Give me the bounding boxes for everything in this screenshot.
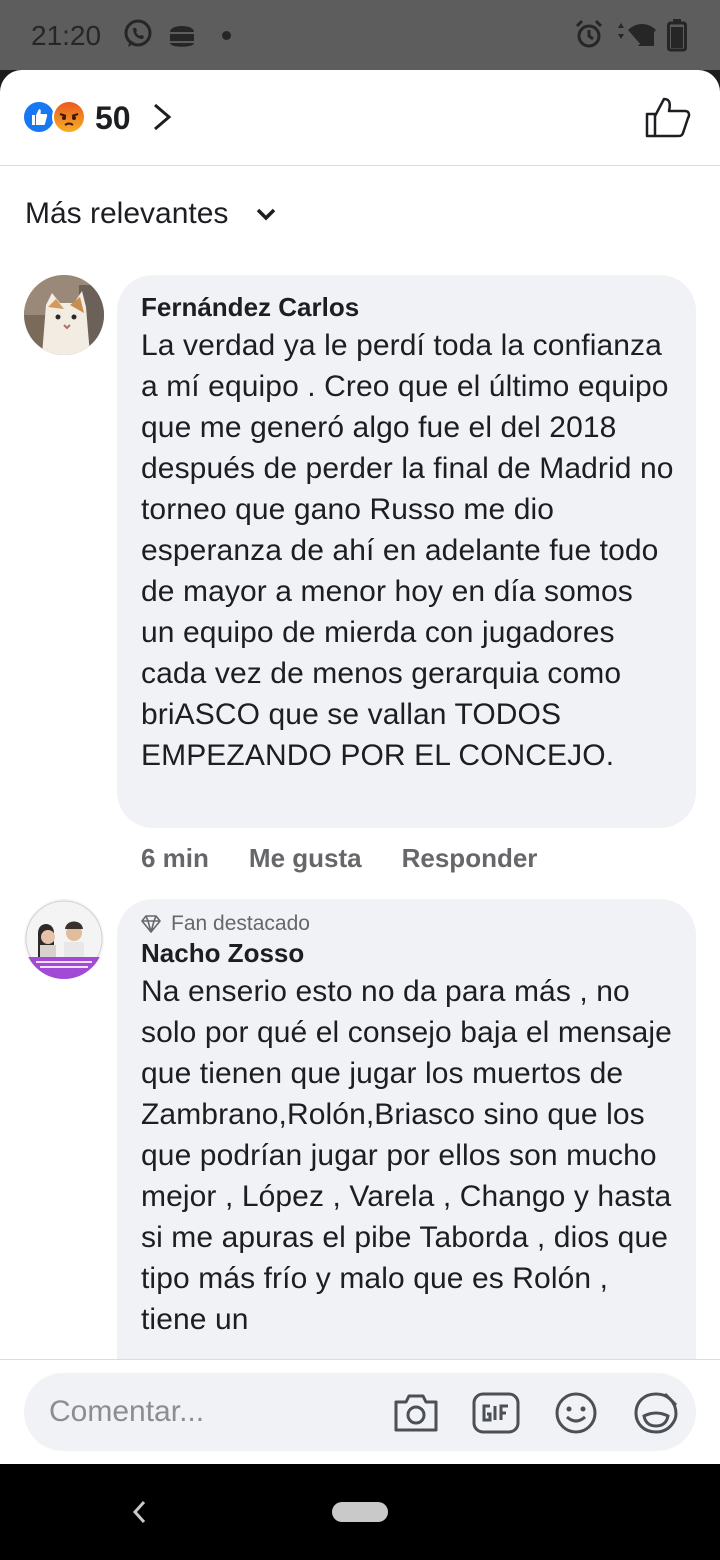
comment-author[interactable]: Fernández Carlos bbox=[141, 291, 674, 323]
signal-icon bbox=[618, 23, 656, 46]
comment-bubble[interactable]: Fernández Carlos La verdad ya le perdí t… bbox=[117, 275, 696, 828]
comment-text: Na enserio esto no da para más , no solo… bbox=[141, 975, 672, 1336]
comment-text: La verdad ya le perdí toda la confianza … bbox=[141, 329, 674, 772]
cat-avatar-image bbox=[24, 275, 104, 355]
sticker-icon[interactable] bbox=[632, 1390, 680, 1436]
chevron-down-icon[interactable] bbox=[254, 206, 278, 222]
like-reaction-icon bbox=[22, 100, 56, 134]
comments-sheet: 50 Más relevantes Fernández Carlos La ve… bbox=[0, 70, 720, 1464]
comment-composer bbox=[0, 1359, 720, 1464]
comment-bubble[interactable]: Fan destacado Nacho Zosso Na enserio est… bbox=[117, 899, 696, 1419]
camera-icon[interactable] bbox=[392, 1390, 440, 1436]
home-pill[interactable] bbox=[332, 1502, 388, 1522]
burger-king-icon bbox=[170, 26, 194, 47]
reaction-count: 50 bbox=[95, 100, 131, 136]
whatsapp-icon bbox=[124, 19, 152, 47]
couple-avatar-image bbox=[24, 899, 104, 979]
reply-button[interactable]: Responder bbox=[402, 843, 538, 874]
angry-reaction-icon bbox=[52, 100, 86, 134]
back-icon[interactable] bbox=[130, 1498, 148, 1526]
alarm-icon bbox=[575, 19, 603, 48]
gif-icon[interactable] bbox=[472, 1390, 520, 1436]
sort-dropdown[interactable]: Más relevantes bbox=[25, 197, 228, 231]
status-bar: 21:20 bbox=[0, 0, 720, 70]
battery-icon bbox=[667, 19, 687, 52]
like-button-icon[interactable] bbox=[644, 96, 692, 140]
avatar[interactable] bbox=[24, 275, 104, 355]
comment-actions: 6 min Me gusta Responder bbox=[141, 843, 537, 874]
diamond-icon bbox=[141, 915, 161, 933]
status-time: 21:20 bbox=[31, 20, 102, 51]
comment-author[interactable]: Nacho Zosso bbox=[141, 937, 674, 969]
top-fan-badge[interactable]: Fan destacado bbox=[141, 911, 674, 937]
reactions-bar[interactable]: 50 bbox=[0, 70, 720, 166]
like-comment-button[interactable]: Me gusta bbox=[249, 843, 362, 874]
emoji-icon[interactable] bbox=[552, 1390, 600, 1436]
chevron-right-icon bbox=[154, 103, 172, 131]
comment-time: 6 min bbox=[141, 843, 209, 873]
badge-label: Fan destacado bbox=[171, 912, 310, 935]
dot-icon bbox=[222, 31, 231, 40]
system-nav-bar bbox=[0, 1464, 720, 1560]
avatar[interactable] bbox=[24, 899, 104, 979]
